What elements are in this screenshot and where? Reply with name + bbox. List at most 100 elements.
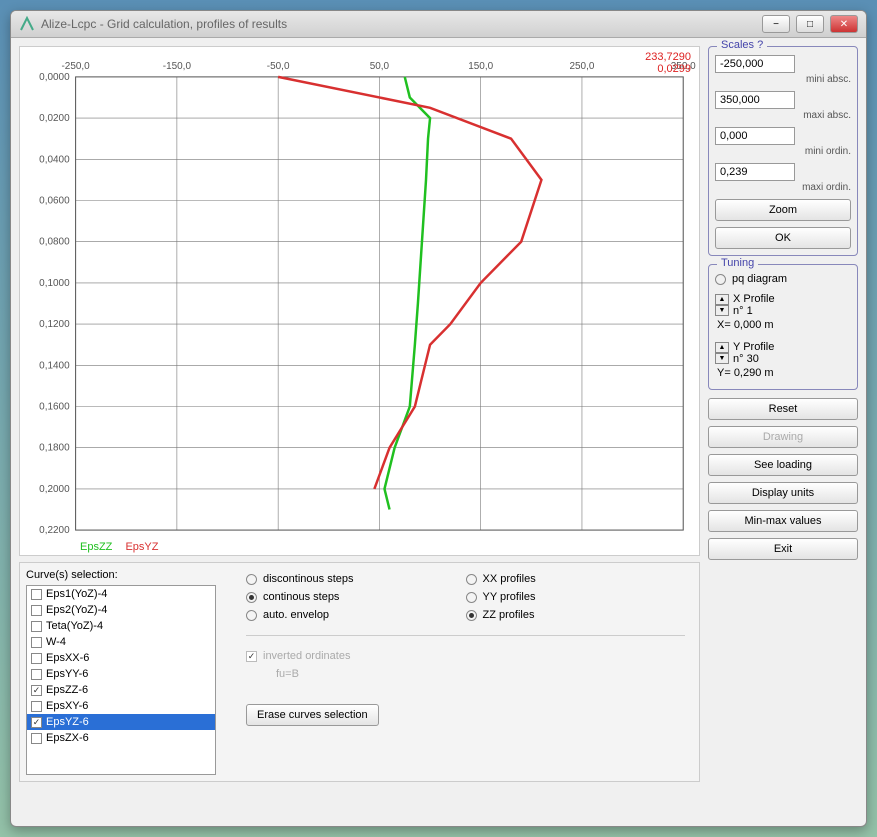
mini-ord-input[interactable]: [715, 127, 795, 145]
radio-continous[interactable]: continous steps: [246, 591, 466, 603]
xprofile-spinner[interactable]: ▲▼: [715, 294, 729, 316]
checkbox-icon[interactable]: [31, 605, 42, 616]
exit-button[interactable]: Exit: [708, 538, 858, 560]
list-item[interactable]: Eps2(YoZ)-4: [27, 602, 215, 618]
svg-text:150,0: 150,0: [468, 61, 493, 72]
erase-curves-button[interactable]: Erase curves selection: [246, 704, 379, 726]
list-item[interactable]: EpsYY-6: [27, 666, 215, 682]
chart-area: 233,7290 0,0299 -250,0-150,0-50,050,0150…: [19, 46, 700, 556]
chart-legend: EpsZZ EpsYZ: [80, 541, 168, 553]
list-item[interactable]: Teta(YoZ)-4: [27, 618, 215, 634]
checkbox-icon[interactable]: ✓: [31, 685, 42, 696]
legend-red: EpsYZ: [125, 541, 158, 553]
svg-text:0,2000: 0,2000: [39, 484, 70, 495]
spin-up-icon[interactable]: ▲: [715, 294, 729, 305]
svg-text:-250,0: -250,0: [62, 61, 91, 72]
display-units-button[interactable]: Display units: [708, 482, 858, 504]
maxi-ord-input[interactable]: [715, 163, 795, 181]
ok-button[interactable]: OK: [715, 227, 851, 249]
svg-text:0,0200: 0,0200: [39, 113, 70, 124]
checkbox-icon[interactable]: [31, 669, 42, 680]
svg-text:0,0800: 0,0800: [39, 237, 70, 248]
checkbox-icon[interactable]: [31, 637, 42, 648]
see-loading-button[interactable]: See loading: [708, 454, 858, 476]
spin-up-icon[interactable]: ▲: [715, 342, 729, 353]
drawing-button: Drawing: [708, 426, 858, 448]
curves-label: Curve(s) selection:: [26, 569, 236, 581]
list-item[interactable]: EpsXX-6: [27, 650, 215, 666]
svg-text:0,1400: 0,1400: [39, 360, 70, 371]
inverted-sub: fu=B: [276, 668, 466, 680]
svg-text:0,0000: 0,0000: [39, 72, 70, 83]
inverted-group: inverted ordinates fu=B Erase curves sel…: [246, 650, 466, 726]
zoom-button[interactable]: Zoom: [715, 199, 851, 221]
yprofile-row: ▲▼ Y Profilen° 30: [715, 341, 851, 365]
svg-text:0,1200: 0,1200: [39, 319, 70, 330]
radio-auto[interactable]: auto. envelop: [246, 609, 466, 621]
xprofile-value: X= 0,000 m: [717, 319, 851, 331]
bottom-panel: Curve(s) selection: Eps1(YoZ)-4Eps2(YoZ)…: [19, 562, 700, 782]
mini-ord-label: mini ordin.: [735, 146, 851, 157]
check-inverted: inverted ordinates: [246, 650, 466, 662]
side-buttons: Reset Drawing See loading Display units …: [708, 398, 858, 560]
maxi-absc-label: maxi absc.: [735, 110, 851, 121]
list-item[interactable]: EpsZX-6: [27, 730, 215, 746]
svg-text:0,1600: 0,1600: [39, 401, 70, 412]
checkbox-icon[interactable]: [31, 653, 42, 664]
list-item[interactable]: W-4: [27, 634, 215, 650]
list-item[interactable]: ✓EpsYZ-6: [27, 714, 215, 730]
cursor-y: 0,0299: [645, 63, 691, 75]
checkbox-icon[interactable]: [31, 621, 42, 632]
radio-yy[interactable]: YY profiles: [466, 591, 686, 603]
legend-green: EpsZZ: [80, 541, 112, 553]
svg-text:-50,0: -50,0: [267, 61, 290, 72]
tuning-title: Tuning: [717, 257, 758, 269]
maxi-absc-input[interactable]: [715, 91, 795, 109]
curves-listbox[interactable]: Eps1(YoZ)-4Eps2(YoZ)-4Teta(YoZ)-4W-4EpsX…: [26, 585, 216, 775]
curves-column: Curve(s) selection: Eps1(YoZ)-4Eps2(YoZ)…: [26, 569, 236, 775]
side-column: Scales ? mini absc. maxi absc. mini ordi…: [708, 46, 858, 818]
svg-text:0,2200: 0,2200: [39, 525, 70, 536]
profile-options: XX profiles YY profiles ZZ profiles: [466, 573, 686, 621]
radio-xx[interactable]: XX profiles: [466, 573, 686, 585]
cursor-readout: 233,7290 0,0299: [645, 51, 691, 75]
list-item[interactable]: Eps1(YoZ)-4: [27, 586, 215, 602]
svg-text:-150,0: -150,0: [163, 61, 192, 72]
step-options: discontinous steps continous steps auto.…: [246, 573, 466, 621]
checkbox-icon[interactable]: ✓: [31, 717, 42, 728]
mini-absc-input[interactable]: [715, 55, 795, 73]
chart-svg[interactable]: -250,0-150,0-50,050,0150,0250,0350,0 0,0…: [20, 47, 699, 555]
yprofile-value: Y= 0,290 m: [717, 367, 851, 379]
tuning-fieldset: Tuning pq diagram ▲▼ X Profilen° 1 X= 0,…: [708, 264, 858, 390]
mini-absc-label: mini absc.: [735, 74, 851, 85]
list-item[interactable]: ✓EpsZZ-6: [27, 682, 215, 698]
svg-text:0,0600: 0,0600: [39, 195, 70, 206]
svg-text:0,1000: 0,1000: [39, 278, 70, 289]
main-column: 233,7290 0,0299 -250,0-150,0-50,050,0150…: [19, 46, 700, 818]
svg-text:0,0400: 0,0400: [39, 154, 70, 165]
radio-discontinous[interactable]: discontinous steps: [246, 573, 466, 585]
content: 233,7290 0,0299 -250,0-150,0-50,050,0150…: [11, 38, 866, 826]
option-row: discontinous steps continous steps auto.…: [246, 573, 685, 621]
maxi-ord-label: maxi ordin.: [735, 182, 851, 193]
app-window: Alize-Lcpc - Grid calculation, profiles …: [10, 10, 867, 827]
spin-down-icon[interactable]: ▼: [715, 305, 729, 316]
list-item[interactable]: EpsXY-6: [27, 698, 215, 714]
reset-button[interactable]: Reset: [708, 398, 858, 420]
titlebar: Alize-Lcpc - Grid calculation, profiles …: [11, 11, 866, 38]
close-button[interactable]: ✕: [830, 15, 858, 33]
scales-fieldset: Scales ? mini absc. maxi absc. mini ordi…: [708, 46, 858, 256]
minimize-button[interactable]: −: [762, 15, 790, 33]
lower-option-row: inverted ordinates fu=B Erase curves sel…: [246, 650, 685, 726]
radio-zz[interactable]: ZZ profiles: [466, 609, 686, 621]
minmax-button[interactable]: Min-max values: [708, 510, 858, 532]
checkbox-icon[interactable]: [31, 701, 42, 712]
checkbox-icon[interactable]: [31, 589, 42, 600]
svg-text:0,1800: 0,1800: [39, 443, 70, 454]
maximize-button[interactable]: □: [796, 15, 824, 33]
scales-title: Scales ?: [717, 39, 767, 51]
yprofile-spinner[interactable]: ▲▼: [715, 342, 729, 364]
spin-down-icon[interactable]: ▼: [715, 353, 729, 364]
radio-pq[interactable]: pq diagram: [715, 273, 851, 285]
checkbox-icon[interactable]: [31, 733, 42, 744]
